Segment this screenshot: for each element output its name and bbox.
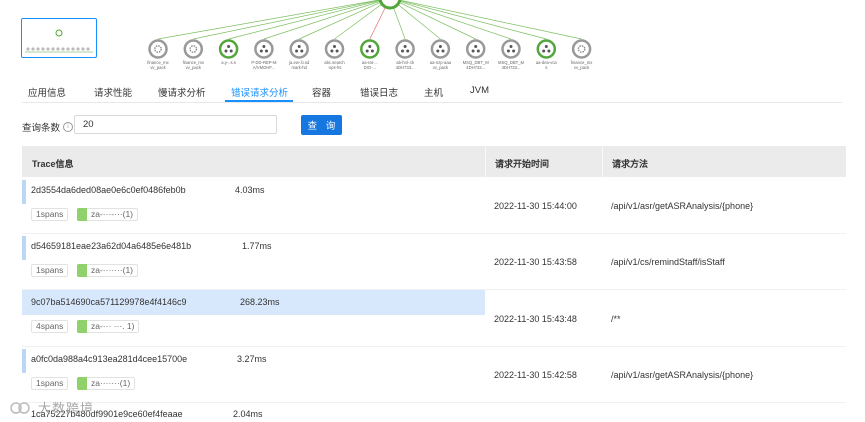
table-row[interactable]: a0fc0da988a4c913ea281d4cee15700e 3.27ms … xyxy=(22,347,485,402)
trace-duration: 2.04ms xyxy=(233,409,263,419)
method-cell: /** xyxy=(611,314,621,324)
topology-edge xyxy=(263,0,385,40)
table-header: Trace信息 请求开始时间 请求方法 xyxy=(22,146,846,177)
topology-node[interactable]: abc.search-vps-hs xyxy=(324,39,345,71)
spans-count-tag: 4spans xyxy=(31,320,69,333)
header-start-time: 请求开始时间 xyxy=(495,159,550,169)
topology-node[interactable]: MSQ_DBT_M4DH733... xyxy=(498,39,525,71)
topology-node[interactable]: ja.ew-.b.sdmark-hd xyxy=(288,39,310,71)
topology-node-label: a.y-..s.s xyxy=(221,60,236,65)
service-tag[interactable]: za-·······(1) xyxy=(77,264,139,277)
service-tag-label: za-··· ···. 1) xyxy=(91,321,135,331)
tab-slow-request-analysis[interactable]: 慢请求分析 xyxy=(158,85,206,99)
header-trace-info: Trace信息 xyxy=(32,159,74,169)
topology-node[interactable]: aa-nzp-aaavv_pack xyxy=(430,39,452,71)
topology-node-label: 4DH733... xyxy=(466,65,485,70)
service-tag[interactable]: za·······(1) xyxy=(77,377,136,390)
active-tab-indicator xyxy=(225,100,293,102)
tab-host[interactable]: 主机 xyxy=(424,85,443,99)
topology-edge xyxy=(157,0,381,40)
topology-node-label: A/VMOHF... xyxy=(253,65,275,70)
topology-node-label: -vps-hs xyxy=(328,65,342,70)
spans-count-tag: 1spans xyxy=(31,264,69,277)
watermark-text: 大数跨境 xyxy=(38,401,95,416)
topology-node[interactable]: ab-hnl-.tb4DH733... xyxy=(395,39,415,71)
topology-node[interactable]: aa-rat-...DIO-... xyxy=(360,39,380,71)
topology-node[interactable]: aa-dea-vcas xyxy=(536,39,558,71)
start-time-cell: 2022-11-30 15:43:48 xyxy=(494,314,577,324)
trace-id[interactable]: 9c07ba514690ca571129978e4f4146c9 xyxy=(31,297,186,307)
service-tag-label: za-···-···(1) xyxy=(91,209,134,219)
watermark: 大数跨境 xyxy=(10,398,94,417)
start-time-cell: 2022-11-30 15:42:58 xyxy=(494,370,577,380)
service-tag[interactable]: za-··· ···. 1) xyxy=(77,320,140,333)
row-indicator xyxy=(22,180,26,204)
trace-id[interactable]: d54659181eae23a62d04a6485e6e481b xyxy=(31,241,191,251)
header-divider xyxy=(602,146,603,177)
query-count-label-text: 查询条数 xyxy=(22,123,61,134)
header-method: 请求方法 xyxy=(612,159,649,169)
start-time-cell: 2022-11-30 15:44:00 xyxy=(494,201,577,211)
trace-duration: 4.03ms xyxy=(235,185,265,195)
info-icon[interactable]: i xyxy=(63,122,74,132)
topology-node-label: vv_pack xyxy=(186,65,202,70)
topology-node[interactable]: finance_mxvv_pack xyxy=(147,39,170,71)
row-indicator xyxy=(22,236,26,260)
topology-edge xyxy=(394,0,512,40)
row-indicator xyxy=(22,349,26,373)
topology-node-label: DIO-... xyxy=(364,65,376,70)
table-row[interactable]: 9c07ba514690ca571129978e4f4146c9 268.23m… xyxy=(22,290,485,346)
topology-hub-node[interactable] xyxy=(378,0,402,10)
service-color-swatch xyxy=(77,377,87,390)
tab-app-info[interactable]: 应用信息 xyxy=(28,85,66,99)
service-tag-label: za·······(1) xyxy=(91,378,131,388)
watermark-logo-icon xyxy=(10,401,30,414)
service-color-swatch xyxy=(77,208,87,221)
start-time-cell: 2022-11-30 15:43:58 xyxy=(494,257,577,267)
trace-duration: 1.77ms xyxy=(242,241,272,251)
trace-id[interactable]: 2d3554da6ded08ae0e6c0ef0486feb0b xyxy=(31,185,186,195)
service-color-swatch xyxy=(77,320,87,333)
topology-node-label: mark-hd xyxy=(292,65,308,70)
topology-node-label: 4DH733... xyxy=(502,65,521,70)
method-cell: /api/v1/asr/getASRAnalysis/{phone} xyxy=(611,201,754,211)
trace-duration: 3.27ms xyxy=(237,354,267,364)
tab-container[interactable]: 容器 xyxy=(312,85,331,99)
service-tag[interactable]: za-···-···(1) xyxy=(77,208,139,221)
topology-node[interactable]: a.y-..s.s xyxy=(218,39,239,66)
topology-node[interactable]: MSQ_DBT_M4DH733... xyxy=(463,39,490,71)
tab-bar: 应用信息 请求性能 慢请求分析 错误请求分析 容器 错误日志 主机 JVM xyxy=(22,80,842,103)
tab-jvm[interactable]: JVM xyxy=(470,85,489,96)
topology-node[interactable]: finance_mxvv_pack xyxy=(571,39,593,71)
topology-node-label: vv_pack xyxy=(574,65,590,70)
topology-node-label: vv_pack xyxy=(433,65,449,70)
method-cell: /api/v1/asr/getASRAnalysis/{phone} xyxy=(611,370,754,380)
trace-id[interactable]: a0fc0da988a4c913ea281d4cee15700e xyxy=(31,354,187,364)
service-topology: finance_mxvv_pack finance_mxvv_pack a.y-..… xyxy=(147,0,593,71)
tab-error-request-analysis[interactable]: 错误请求分析 xyxy=(231,85,288,99)
tab-request-performance[interactable]: 请求性能 xyxy=(94,85,132,99)
service-tag-label: za-·······(1) xyxy=(91,265,134,275)
topology-node[interactable]: finance_mxvv_pack xyxy=(183,39,205,71)
service-color-swatch xyxy=(77,264,87,277)
table-row[interactable]: d54659181eae23a62d04a6485e6e481b 1.77ms … xyxy=(22,234,485,289)
topology-node-label: 4DH733... xyxy=(396,65,415,70)
topology-node-label: vv_pack xyxy=(150,65,166,70)
method-cell: /api/v1/cs/remindStaff/isStaff xyxy=(611,257,725,267)
query-count-input[interactable] xyxy=(74,115,277,134)
query-count-label: 查询条数 i xyxy=(22,120,74,134)
topology-graph[interactable]: ··· finance_mx vv_pack finance_mx vv_pack a.… xyxy=(0,0,865,80)
topology-node[interactable]: P-DD-REP-MA/VMOHF... xyxy=(251,39,277,71)
spans-count-tag: 1spans xyxy=(31,377,69,390)
topology-node-label: s xyxy=(545,65,547,70)
table-row[interactable]: 2d3554da6ded08ae0e6c0ef0486feb0b 4.03ms … xyxy=(22,178,485,233)
spans-count-tag: 1spans xyxy=(31,208,69,221)
trace-duration: 268.23ms xyxy=(240,297,280,307)
query-button[interactable]: 查 询 xyxy=(301,115,342,135)
header-divider xyxy=(485,146,486,177)
tab-error-log[interactable]: 错误日志 xyxy=(360,85,398,99)
